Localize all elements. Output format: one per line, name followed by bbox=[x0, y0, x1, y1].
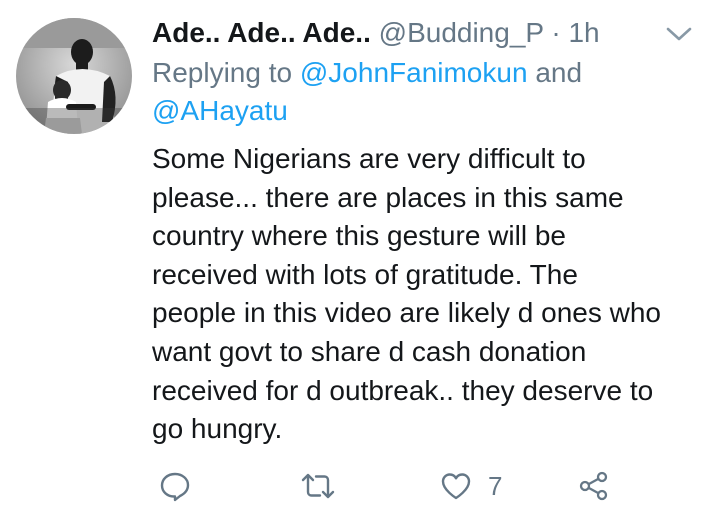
tweet-text-line: want govt to share d cash donation bbox=[152, 335, 587, 367]
display-name[interactable]: Ade.. Ade.. Ade.. bbox=[152, 17, 371, 48]
tweet-text-line: received with lots of gratitude. The bbox=[152, 258, 578, 290]
tweet-text-line: go hungry. bbox=[152, 413, 283, 445]
like-button[interactable]: 7 bbox=[440, 466, 502, 506]
share-icon bbox=[579, 471, 608, 501]
retweet-button[interactable] bbox=[300, 466, 336, 506]
tweet-text-line: people in this video are likely d ones w… bbox=[152, 297, 661, 329]
reply-button[interactable] bbox=[158, 466, 192, 506]
replying-to: Replying to @JohnFanimokun and @AHayatu bbox=[152, 54, 692, 130]
tweet-text-line: received for d outbreak.. they deserve t… bbox=[152, 374, 654, 406]
tweet-text: Some Nigerians are very difficult to ple… bbox=[152, 140, 712, 449]
share-button[interactable] bbox=[578, 466, 610, 506]
tweet-text-line: country where this gesture will be bbox=[152, 220, 566, 252]
chevron-down-icon[interactable] bbox=[664, 22, 694, 46]
reply-icon bbox=[160, 472, 190, 502]
avatar-photo bbox=[16, 18, 132, 134]
user-handle[interactable]: @Budding_P bbox=[379, 17, 544, 48]
timestamp[interactable]: 1h bbox=[568, 17, 599, 48]
action-bar: 7 bbox=[152, 466, 720, 506]
tweet: Ade.. Ade.. Ade.. @Budding_P · 1h Replyi… bbox=[0, 0, 720, 506]
heart-icon bbox=[441, 473, 471, 500]
separator-dot: · bbox=[551, 17, 561, 48]
tweet-text-line: please... there are places in this same bbox=[152, 181, 624, 213]
avatar[interactable] bbox=[16, 18, 132, 134]
tweet-text-line: Some Nigerians are very difficult to bbox=[152, 143, 586, 174]
mention-link[interactable]: @AHayatu bbox=[152, 95, 288, 126]
retweet-icon bbox=[301, 473, 335, 499]
tweet-header: Ade.. Ade.. Ade.. @Budding_P · 1h bbox=[152, 14, 600, 52]
mention-link[interactable]: @JohnFanimokun bbox=[300, 57, 528, 88]
replying-to-joiner: and bbox=[535, 57, 583, 88]
like-count: 7 bbox=[488, 470, 503, 501]
replying-to-label: Replying to bbox=[152, 57, 293, 88]
